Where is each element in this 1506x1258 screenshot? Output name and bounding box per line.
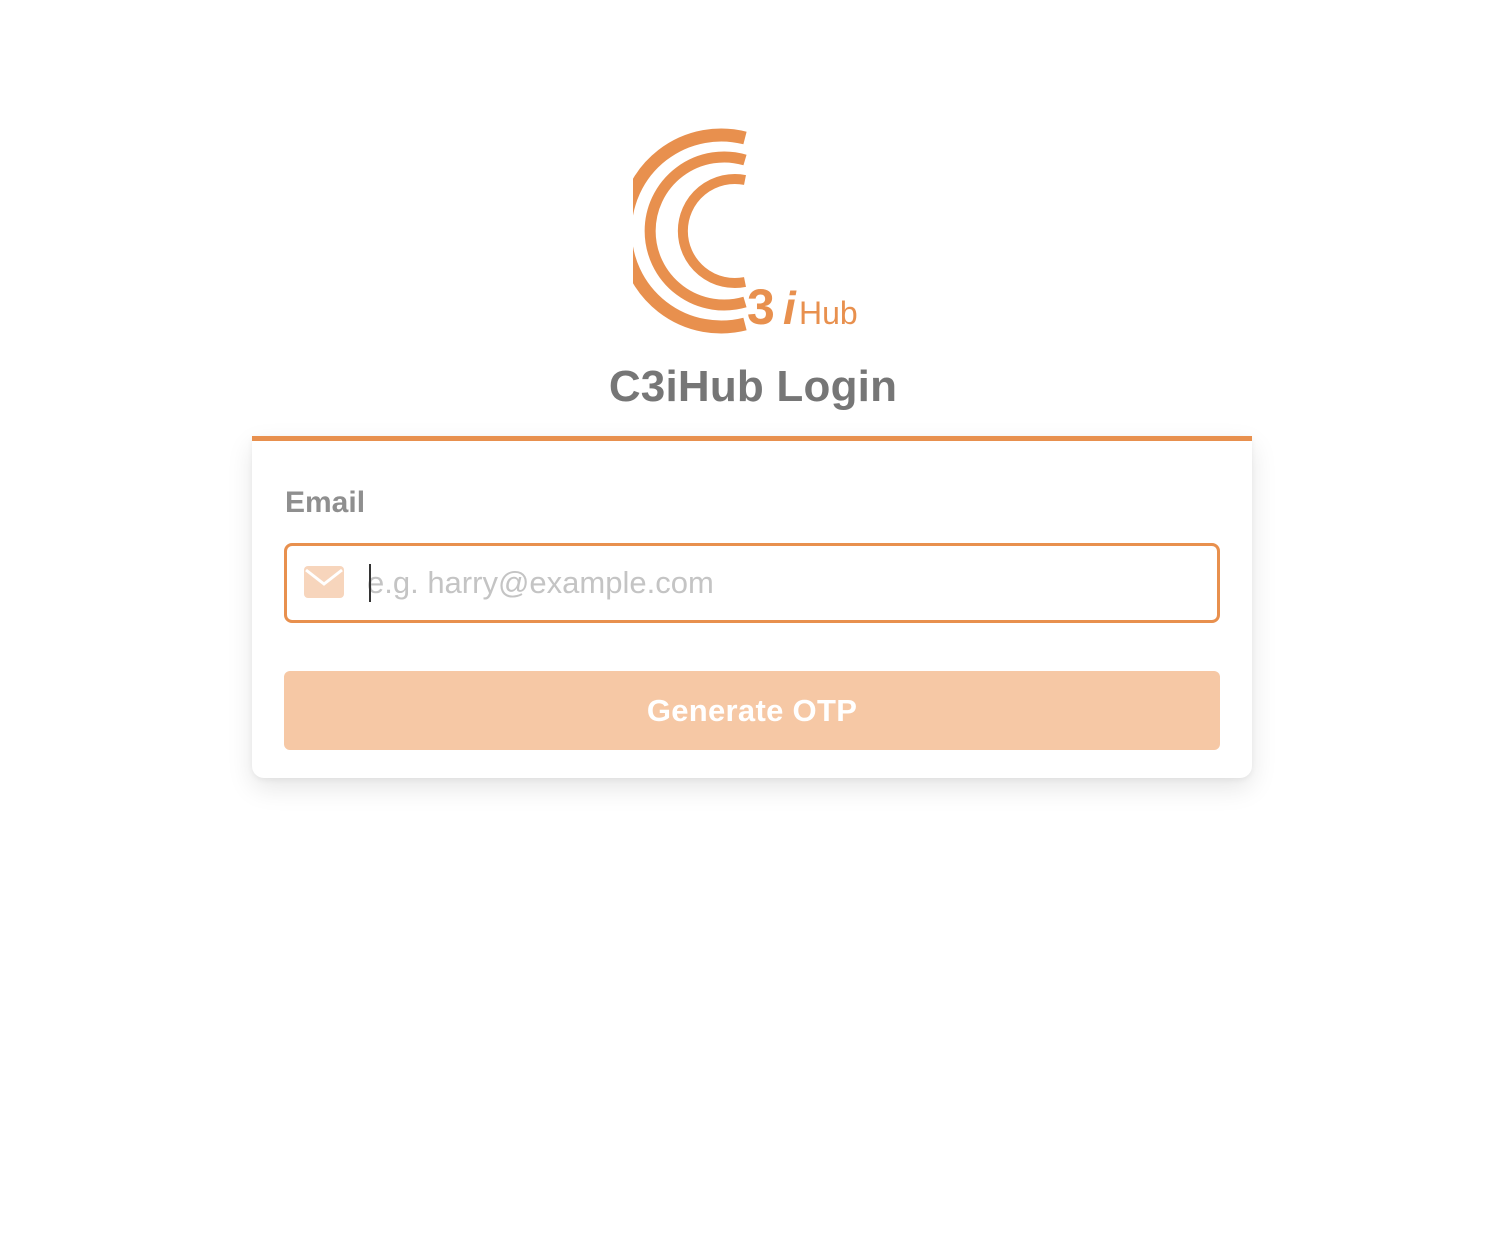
login-page: 3 i Hub C3iHub Login Email Generate OTP: [0, 0, 1506, 1258]
svg-text:3: 3: [747, 279, 775, 335]
text-caret: [369, 564, 371, 602]
page-title: C3iHub Login: [608, 362, 898, 411]
generate-otp-button[interactable]: Generate OTP: [284, 671, 1220, 750]
svg-text:i: i: [783, 282, 797, 334]
email-label: Email: [285, 486, 366, 519]
c3ihub-logo: 3 i Hub: [633, 128, 873, 338]
email-input[interactable]: [367, 546, 1207, 620]
envelope-icon: [304, 566, 344, 598]
email-field-wrapper[interactable]: [284, 543, 1220, 623]
login-card: Email Generate OTP: [252, 436, 1252, 778]
svg-text:Hub: Hub: [799, 295, 858, 331]
